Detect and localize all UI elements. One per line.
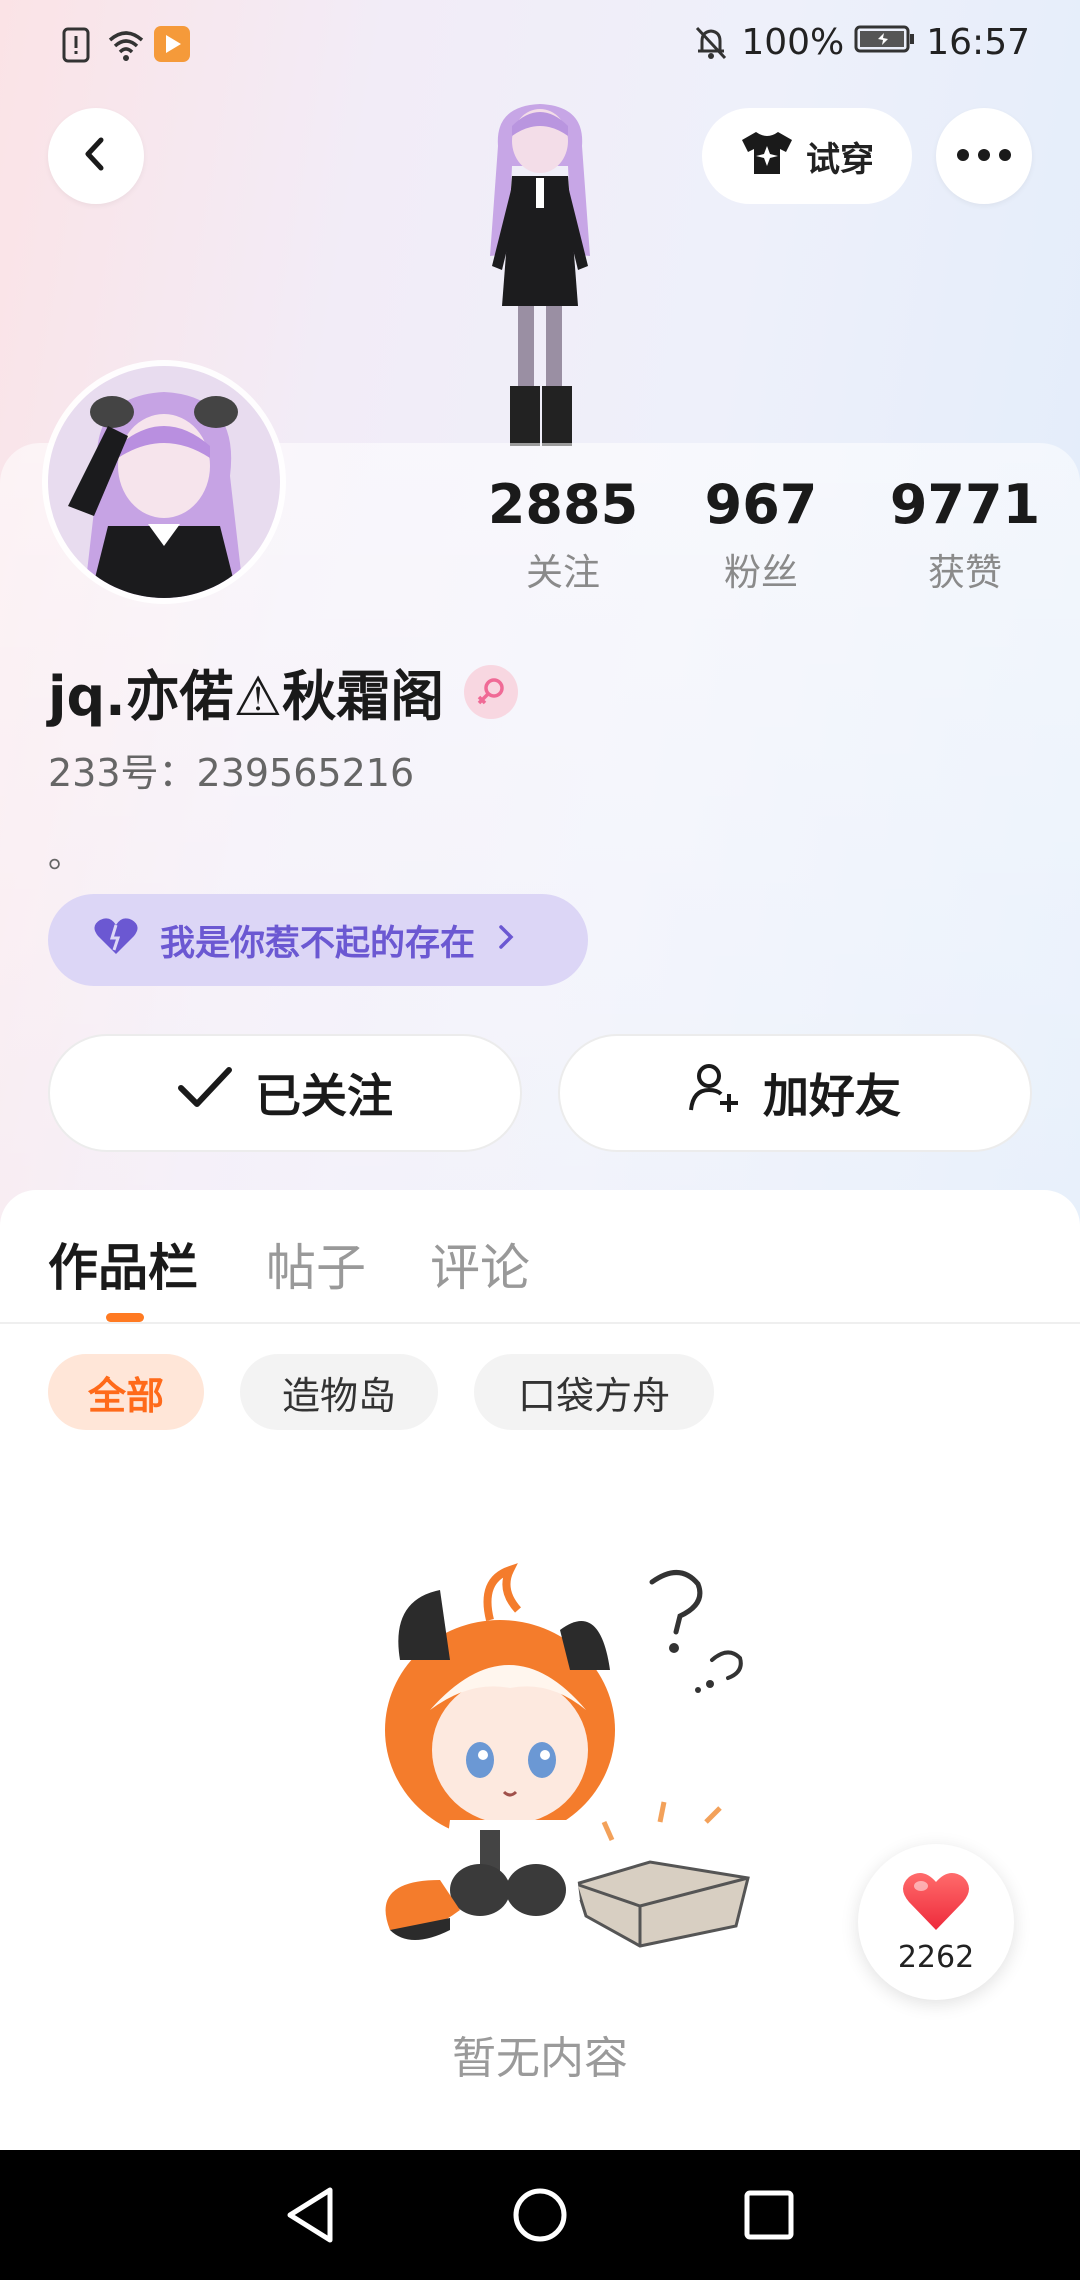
filter-pocket-ark[interactable]: 口袋方舟 (474, 1354, 714, 1430)
tab-indicator (106, 1313, 144, 1322)
add-friend-label: 加好友 (763, 1069, 901, 1123)
nav-back-icon[interactable] (274, 2178, 348, 2252)
nav-home-icon[interactable] (503, 2178, 577, 2252)
back-button[interactable] (48, 108, 144, 204)
stat-following-value: 2885 (487, 473, 639, 536)
shirt-icon (740, 128, 794, 185)
character-figure-image (440, 86, 640, 446)
battery-percent: 100% (741, 22, 845, 63)
stat-following[interactable]: 2885 关注 (478, 470, 648, 596)
more-button[interactable] (936, 108, 1032, 204)
filter-all[interactable]: 全部 (48, 1354, 204, 1430)
avatar[interactable] (48, 366, 280, 598)
nav-recents-icon[interactable] (732, 2178, 806, 2252)
followed-button[interactable]: 已关注 (48, 1034, 522, 1152)
system-navigation-bar (0, 2150, 1080, 2280)
tab-posts[interactable]: 帖子 (266, 1228, 366, 1300)
nickname-row: jq.亦偌⚠秋霜阁 (48, 652, 519, 731)
title-badge-label: 我是你惹不起的存在 (160, 923, 476, 964)
sim-alert-icon (58, 26, 96, 64)
chevron-right-icon (495, 920, 517, 960)
like-count: 2262 (897, 1939, 975, 1975)
add-user-icon (689, 1062, 741, 1125)
checkmark-icon (177, 1066, 233, 1121)
user-id: 233号：239565216 (48, 751, 415, 795)
bio: 。 (48, 836, 82, 876)
stat-fans-value: 967 (704, 473, 818, 536)
tab-works[interactable]: 作品栏 (48, 1228, 198, 1300)
tab-divider (0, 1322, 1080, 1324)
female-icon (464, 664, 519, 719)
status-bar: 100% 16:57 (0, 0, 1080, 90)
clock: 16:57 (926, 22, 1030, 63)
stat-likes[interactable]: 9771 获赞 (880, 470, 1050, 596)
stat-fans[interactable]: 967 粉丝 (676, 470, 846, 596)
stat-fans-label: 粉丝 (724, 551, 798, 594)
empty-state-illustration (350, 1560, 770, 1960)
heart-badge-icon (92, 916, 140, 965)
battery-icon (854, 22, 916, 63)
like-button[interactable]: 2262 (858, 1844, 1014, 2000)
empty-state-text: 暂无内容 (452, 2033, 628, 2084)
more-dots-icon (956, 147, 1012, 166)
try-on-label: 试穿 (806, 139, 874, 180)
followed-label: 已关注 (255, 1069, 393, 1123)
bell-off-icon (693, 24, 731, 62)
stat-following-label: 关注 (526, 551, 600, 594)
wifi-icon (106, 26, 144, 64)
add-friend-button[interactable]: 加好友 (558, 1034, 1032, 1152)
stat-likes-value: 9771 (889, 473, 1041, 536)
try-on-button[interactable]: 试穿 (702, 108, 912, 204)
chevron-left-icon (76, 134, 116, 178)
app-notify-icon (154, 26, 192, 64)
title-badge[interactable]: 我是你惹不起的存在 (48, 894, 588, 986)
nickname: jq.亦偌⚠秋霜阁 (48, 665, 445, 728)
heart-icon (901, 1870, 971, 1936)
filter-creation-island[interactable]: 造物岛 (240, 1354, 438, 1430)
stat-likes-label: 获赞 (928, 551, 1002, 594)
tab-comments[interactable]: 评论 (430, 1228, 530, 1300)
